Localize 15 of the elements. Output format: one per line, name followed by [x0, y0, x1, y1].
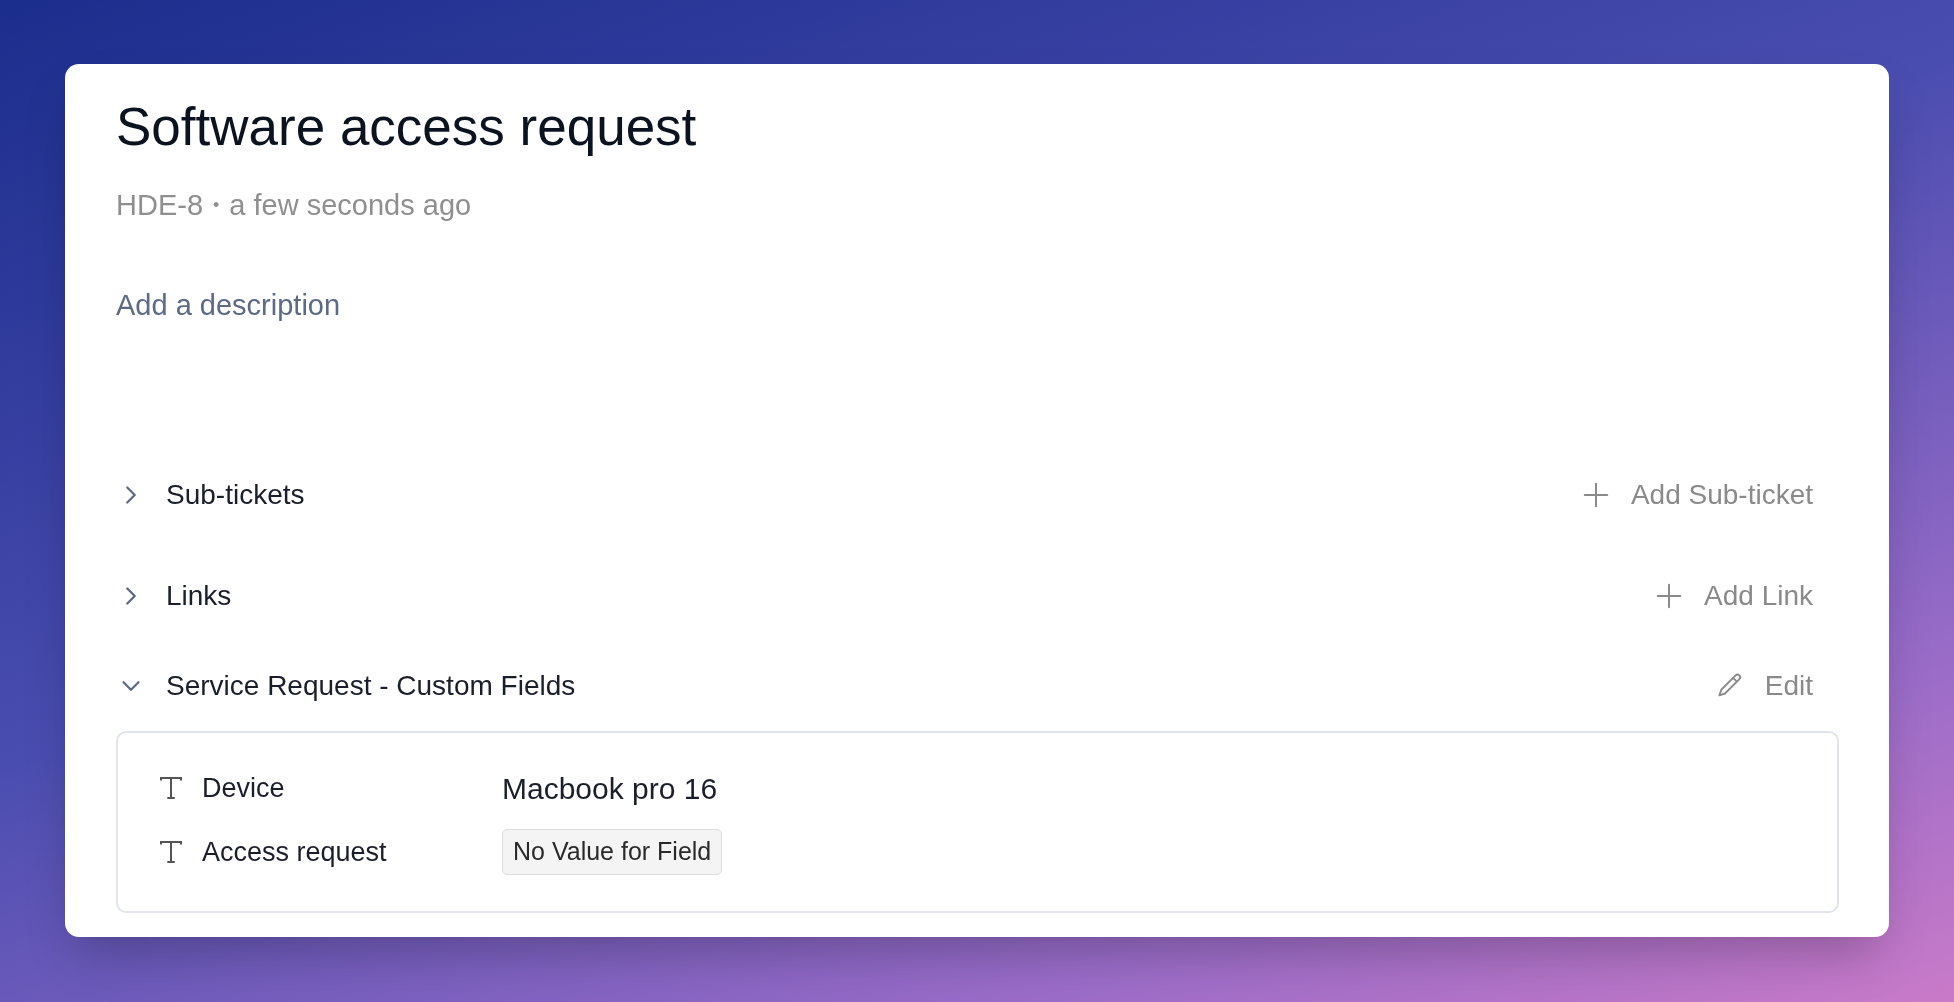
field-label: Access request [202, 835, 387, 869]
section-title[interactable]: Links [166, 575, 232, 617]
ticket-title: Software access request [116, 96, 698, 158]
section-title[interactable]: Service Request - Custom Fields [166, 665, 576, 707]
section-title[interactable]: Sub-tickets [166, 474, 305, 516]
add-button[interactable]: Add Sub-ticket [1580, 474, 1813, 516]
field-label: Device [202, 771, 285, 805]
description-placeholder[interactable]: Add a description [116, 283, 341, 327]
separator-dot: • [213, 194, 220, 218]
field-value: Macbook pro 16 [502, 770, 718, 807]
edit-button[interactable]: Edit [1714, 665, 1813, 707]
timestamp: a few seconds ago [229, 188, 472, 223]
ticket-key: HDE-8 [116, 184, 203, 228]
empty-value-tag: No Value for Field [502, 829, 723, 875]
add-button[interactable]: Add Link [1654, 575, 1813, 617]
